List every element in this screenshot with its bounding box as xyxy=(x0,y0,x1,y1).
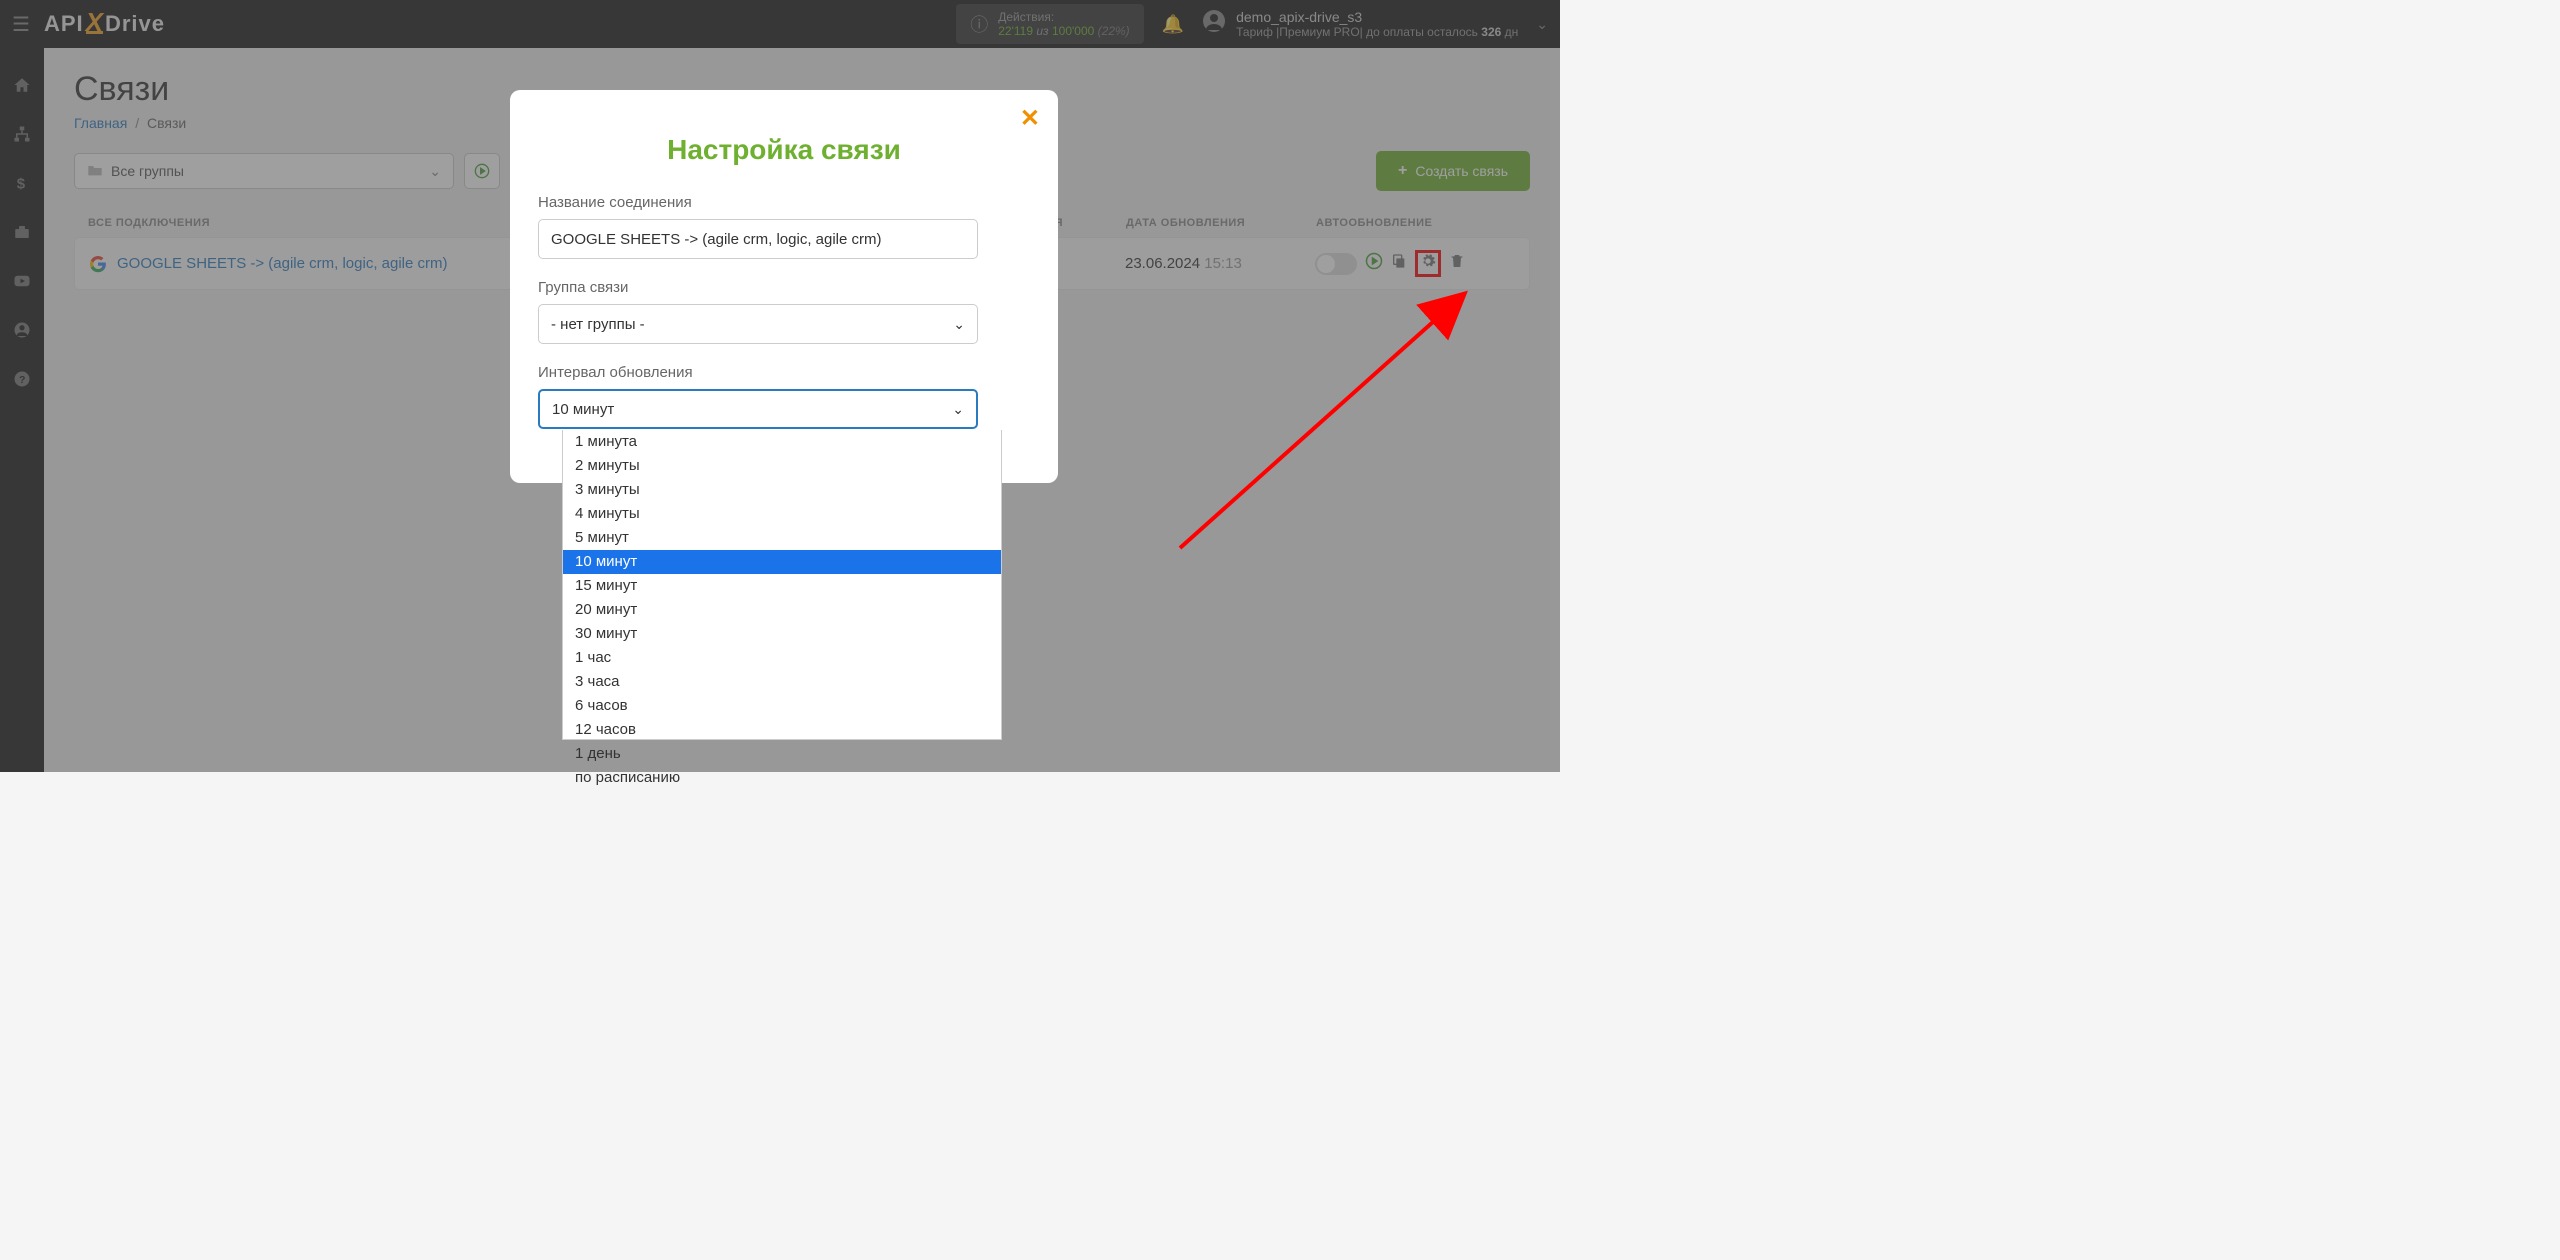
settings-modal: ✕ Настройка связи Название соединения Гр… xyxy=(510,90,1058,483)
dropdown-item[interactable]: 3 часа xyxy=(563,670,1001,694)
dropdown-item[interactable]: 5 минут xyxy=(563,526,1001,550)
dropdown-item[interactable]: 2 минуты xyxy=(563,454,1001,478)
interval-dropdown: 1 минута2 минуты3 минуты4 минуты5 минут1… xyxy=(562,430,1002,740)
dropdown-item[interactable]: 30 минут xyxy=(563,622,1001,646)
dropdown-item[interactable]: 6 часов xyxy=(563,694,1001,718)
close-icon[interactable]: ✕ xyxy=(1020,104,1040,133)
label-connection-name: Название соединения xyxy=(538,194,1030,211)
interval-select-input[interactable]: 10 минут ⌄ xyxy=(538,389,978,429)
label-interval: Интервал обновления xyxy=(538,364,1030,381)
group-value: - нет группы - xyxy=(551,316,645,333)
interval-value: 10 минут xyxy=(552,401,614,418)
connection-name-input[interactable] xyxy=(538,219,978,259)
dropdown-item[interactable]: 1 день xyxy=(563,742,1001,766)
group-select-input[interactable]: - нет группы - ⌄ xyxy=(538,304,978,344)
chevron-down-icon: ⌄ xyxy=(952,401,964,418)
dropdown-item[interactable]: 4 минуты xyxy=(563,502,1001,526)
modal-title: Настройка связи xyxy=(538,134,1030,166)
dropdown-item[interactable]: 20 минут xyxy=(563,598,1001,622)
dropdown-item[interactable]: 1 час xyxy=(563,646,1001,670)
dropdown-item[interactable]: 1 минута xyxy=(563,430,1001,454)
dropdown-item[interactable]: 15 минут xyxy=(563,574,1001,598)
dropdown-item[interactable]: 3 минуты xyxy=(563,478,1001,502)
label-group: Группа связи xyxy=(538,279,1030,296)
dropdown-item[interactable]: 10 минут xyxy=(563,550,1001,574)
dropdown-item[interactable]: по расписанию xyxy=(563,766,1001,790)
chevron-down-icon: ⌄ xyxy=(953,316,965,333)
dropdown-item[interactable]: 12 часов xyxy=(563,718,1001,742)
